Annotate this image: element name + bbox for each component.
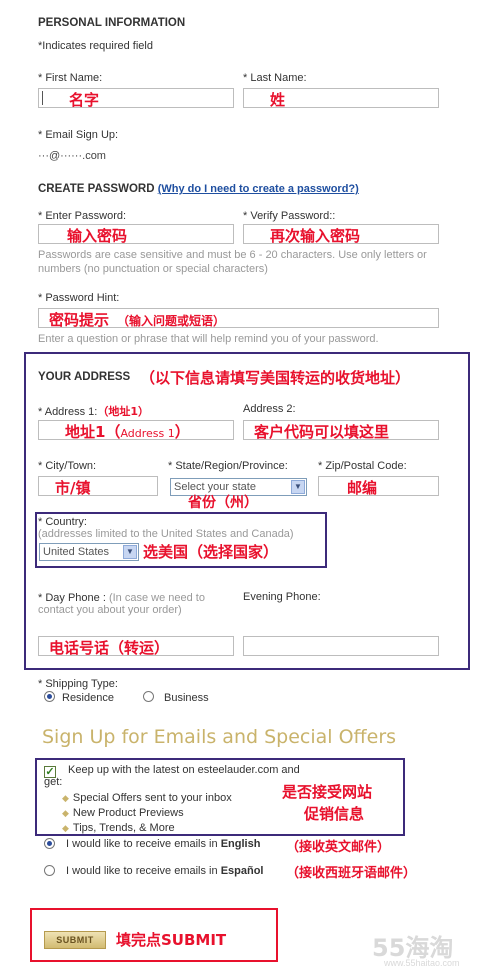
zip-field[interactable]: 邮编 (318, 476, 439, 497)
enter-password-field[interactable]: 输入密码 (38, 224, 234, 245)
email-value: ···@······.com (38, 150, 106, 162)
first-name-label: * First Name: (38, 72, 103, 84)
benefit-item: ◆ Tips, Trends, & More (62, 822, 175, 834)
country-select-value: United States (43, 546, 110, 558)
address-annotation: （以下信息请填写美国转运的收货地址） (140, 369, 411, 387)
day-phone-value: 电话号话（转运） (49, 639, 170, 657)
city-label: * City/Town: (38, 460, 97, 472)
evening-phone-label: Evening Phone: (243, 591, 321, 603)
address2-label: Address 2: (243, 403, 296, 415)
english-radio[interactable] (44, 838, 55, 849)
diamond-bullet-icon: ◆ (62, 823, 69, 833)
spanish-radio[interactable] (44, 865, 55, 876)
password-hint-value-note: （输入问题或短语） (117, 314, 226, 328)
password-hint-field[interactable]: 密码提示 （输入问题或短语） (38, 308, 439, 329)
address1-value: 地址1（Address 1） (65, 423, 190, 441)
text-cursor (42, 91, 43, 105)
spanish-annotation: （接收西班牙语邮件） (286, 866, 417, 881)
watermark-url: www.55haitao.com (384, 958, 460, 968)
address2-field[interactable]: 客户代码可以填这里 (243, 420, 439, 441)
keep-up-text-a: Keep up with the latest on esteelauder.c… (68, 764, 300, 776)
benefit-item: ◆ New Product Previews (62, 807, 184, 819)
zip-value: 邮编 (347, 479, 378, 497)
verify-password-field[interactable]: 再次输入密码 (243, 224, 439, 245)
day-phone-hint-b: contact you about your order) (38, 604, 182, 616)
state-label: * State/Region/Province: (168, 460, 288, 472)
email-label: * Email Sign Up: (38, 129, 119, 141)
city-field[interactable]: 市/镇 (38, 476, 158, 497)
required-note: *Indicates required field (38, 40, 153, 52)
diamond-bullet-icon: ◆ (62, 808, 69, 818)
last-name-label: * Last Name: (243, 72, 307, 84)
personal-info-heading: PERSONAL INFORMATION (38, 17, 186, 29)
address1-field[interactable]: 地址1（Address 1） (38, 420, 234, 441)
country-hint: (addresses limited to the United States … (38, 528, 294, 540)
shipping-type-label: * Shipping Type: (38, 678, 118, 690)
address2-value: 客户代码可以填这里 (254, 423, 390, 441)
verify-password-value: 再次输入密码 (270, 227, 361, 245)
last-name-field[interactable]: 姓 (243, 88, 439, 109)
password-hint-value: 密码提示 (49, 311, 110, 329)
first-name-value: 名字 (69, 91, 100, 109)
english-option: I would like to receive emails in Englis… (66, 838, 261, 850)
password-hint-label: * Password Hint: (38, 292, 120, 304)
enter-password-value: 输入密码 (67, 227, 128, 245)
country-annotation: 选美国（选择国家） (143, 543, 279, 561)
emails-annotation-line1: 是否接受网站 (282, 783, 373, 801)
why-password-link[interactable]: (Why do I need to create a password?) (158, 183, 359, 195)
residence-radio[interactable] (44, 691, 55, 702)
emails-heading: Sign Up for Emails and Special Offers (42, 726, 397, 748)
emails-annotation-line2: 促销信息 (304, 805, 365, 823)
password-heading-row: CREATE PASSWORD (Why do I need to create… (38, 183, 359, 195)
dropdown-arrow-icon: ▼ (123, 545, 137, 559)
password-hint-help: Enter a question or phrase that will hel… (38, 333, 379, 345)
keep-up-text-b: get: (44, 776, 63, 788)
dropdown-arrow-icon: ▼ (291, 480, 305, 494)
address1-label-annotation: （地址1） (97, 405, 149, 418)
business-label: Business (164, 692, 209, 704)
residence-label: Residence (62, 692, 114, 704)
password-rules-hint: Passwords are case sensitive and must be… (38, 249, 427, 275)
english-lang: English (220, 838, 261, 850)
diamond-bullet-icon: ◆ (62, 793, 69, 803)
state-annotation: 省份（州） (188, 495, 258, 511)
spanish-lang: Español (220, 865, 264, 877)
enter-password-label: * Enter Password: (38, 210, 127, 222)
country-select[interactable]: United States ▼ (39, 543, 139, 561)
last-name-value: 姓 (270, 91, 286, 109)
spanish-option: I would like to receive emails in Españo… (66, 865, 264, 877)
address-heading: YOUR ADDRESS (38, 371, 131, 383)
evening-phone-field[interactable] (243, 636, 439, 656)
english-annotation: （接收英文邮件） (286, 840, 391, 855)
password-heading: CREATE PASSWORD (38, 183, 155, 195)
address1-label-row: * Address 1:（地址1） (38, 403, 149, 419)
city-value: 市/镇 (55, 479, 91, 497)
day-phone-field[interactable]: 电话号话（转运） (38, 636, 234, 657)
zip-label: * Zip/Postal Code: (318, 460, 407, 472)
first-name-field[interactable]: 名字 (38, 88, 234, 109)
verify-password-label: * Verify Password:: (243, 210, 336, 222)
business-radio[interactable] (143, 691, 154, 702)
submit-button[interactable]: SUBMIT (44, 931, 106, 949)
submit-annotation: 填完点SUBMIT (116, 931, 227, 949)
benefit-item: ◆ Special Offers sent to your inbox (62, 792, 232, 804)
address1-label: * Address 1: (38, 406, 98, 418)
